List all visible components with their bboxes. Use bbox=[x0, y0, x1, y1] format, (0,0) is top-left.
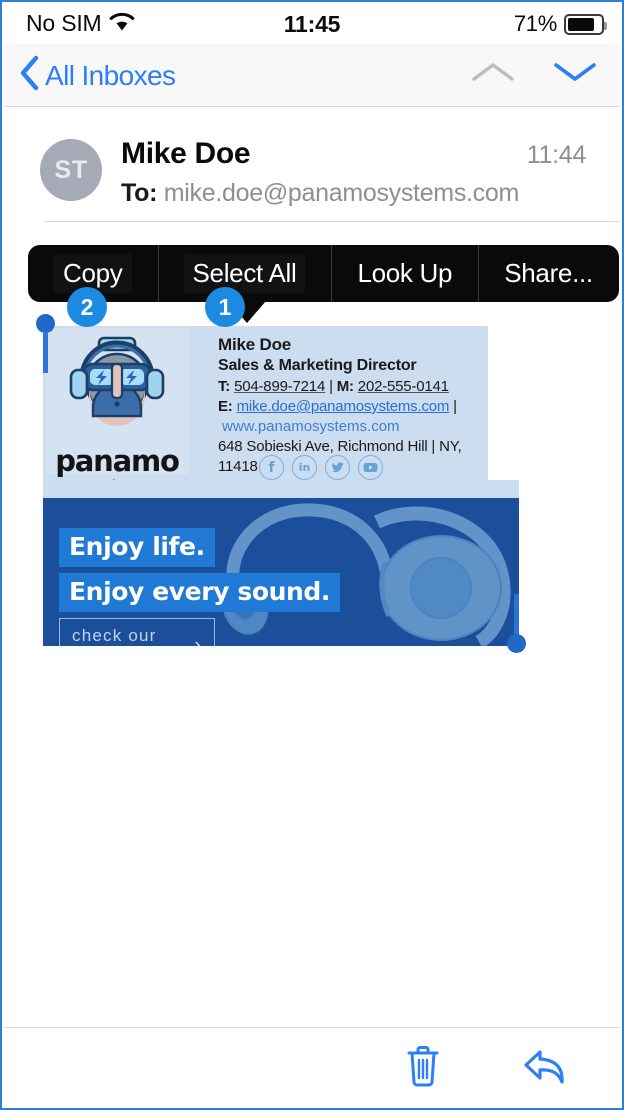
selection-end-knob bbox=[507, 634, 526, 653]
selection-start-knob bbox=[36, 314, 55, 333]
phone-label: T: bbox=[218, 378, 231, 395]
selection-highlight-band bbox=[43, 480, 519, 498]
email-body: panamo systems Mike Doe Sales & Marketin… bbox=[4, 222, 620, 1028]
signature-job-title: Sales & Marketing Director bbox=[218, 357, 417, 374]
status-bar-right: 71% bbox=[513, 11, 607, 37]
check-our-products-button[interactable]: check our products › bbox=[59, 618, 215, 646]
separator-1: | bbox=[329, 378, 333, 395]
chevron-right-icon: › bbox=[194, 635, 202, 646]
youtube-icon[interactable] bbox=[358, 455, 383, 480]
twitter-icon[interactable] bbox=[325, 455, 350, 480]
text-selection-context-menu: Copy Select All Look Up Share... bbox=[28, 245, 619, 323]
trash-icon bbox=[404, 1044, 442, 1093]
toolbar-buttons bbox=[404, 1044, 568, 1093]
promotional-banner[interactable]: Enjoy life. Enjoy every sound. check our… bbox=[43, 498, 519, 646]
status-bar: No SIM 11:45 71% bbox=[4, 4, 620, 44]
battery-icon bbox=[564, 13, 607, 35]
back-button-label: All Inboxes bbox=[45, 59, 176, 91]
signature-phone-line: T: 504-899-7214 | M: 202-555-0141 bbox=[218, 377, 484, 397]
iphone-mail-screen: No SIM 11:45 71% All Inboxes ST Mike Doe… bbox=[0, 0, 624, 1110]
message-timestamp: 11:44 bbox=[526, 141, 587, 169]
selection-start-bar bbox=[43, 333, 48, 373]
navigation-bar: All Inboxes bbox=[4, 44, 620, 107]
banner-headline-1: Enjoy life. bbox=[59, 528, 215, 567]
reply-button[interactable] bbox=[522, 1044, 568, 1093]
trash-button[interactable] bbox=[404, 1044, 442, 1093]
share-label: Share... bbox=[504, 258, 593, 288]
message-header: ST Mike Doe To: mike.doe@panamosystems.c… bbox=[4, 107, 620, 222]
context-menu-item-share[interactable]: Share... bbox=[478, 245, 619, 302]
message-toolbar bbox=[4, 1027, 620, 1106]
context-menu-bar: Copy Select All Look Up Share... bbox=[28, 245, 619, 302]
mobile-label: M: bbox=[336, 378, 354, 395]
logo-wordmark: panamo bbox=[55, 444, 180, 478]
signature-name: Mike Doe bbox=[218, 335, 292, 354]
mobile-number[interactable]: 202-555-0141 bbox=[358, 378, 449, 395]
signature-email-line: E: mike.doe@panamosystems.com | bbox=[218, 397, 484, 417]
annotation-badge-2: 2 bbox=[67, 287, 107, 327]
social-icons-row: f in bbox=[259, 455, 383, 480]
email-signature-card: panamo systems Mike Doe Sales & Marketin… bbox=[43, 326, 488, 493]
panamo-mascot-logo bbox=[63, 334, 171, 443]
panamo-logo: panamo systems bbox=[45, 328, 189, 493]
email-label: E: bbox=[218, 398, 233, 415]
sender-name: Mike Doe bbox=[121, 137, 251, 170]
linkedin-icon[interactable]: in bbox=[292, 455, 317, 480]
email-link[interactable]: mike.doe@panamosystems.com bbox=[237, 398, 450, 415]
selection-end-handle[interactable] bbox=[507, 594, 526, 653]
selection-start-handle[interactable] bbox=[36, 314, 55, 373]
cta-label: check our products bbox=[72, 626, 157, 645]
chevron-left-icon bbox=[18, 55, 40, 96]
selection-end-bar bbox=[514, 594, 519, 634]
select-all-label: Select All bbox=[183, 254, 306, 293]
chevron-up-icon[interactable] bbox=[470, 58, 516, 91]
avatar: ST bbox=[40, 139, 102, 201]
chevron-down-icon[interactable] bbox=[552, 58, 598, 91]
battery-percent-label: 71% bbox=[513, 11, 557, 36]
phone-number[interactable]: 504-899-7214 bbox=[234, 378, 325, 395]
banner-headline-2: Enjoy every sound. bbox=[59, 573, 341, 612]
message-navigation-arrows bbox=[470, 58, 598, 91]
back-to-all-inboxes-button[interactable]: All Inboxes bbox=[18, 55, 176, 96]
reply-arrow-icon bbox=[522, 1044, 568, 1093]
headphones-photo bbox=[209, 498, 519, 646]
separator-2: | bbox=[453, 398, 457, 415]
look-up-label: Look Up bbox=[357, 258, 453, 288]
website-link[interactable]: www.panamosystems.com bbox=[218, 417, 484, 437]
recipient-line[interactable]: To: mike.doe@panamosystems.com bbox=[121, 179, 519, 208]
context-menu-item-look-up[interactable]: Look Up bbox=[331, 245, 478, 302]
annotation-badge-1: 1 bbox=[205, 287, 245, 327]
recipient-address: mike.doe@panamosystems.com bbox=[163, 179, 520, 207]
to-label: To: bbox=[121, 179, 158, 207]
facebook-icon[interactable]: f bbox=[259, 455, 284, 480]
context-menu-item-select-all[interactable]: Select All bbox=[158, 245, 332, 302]
